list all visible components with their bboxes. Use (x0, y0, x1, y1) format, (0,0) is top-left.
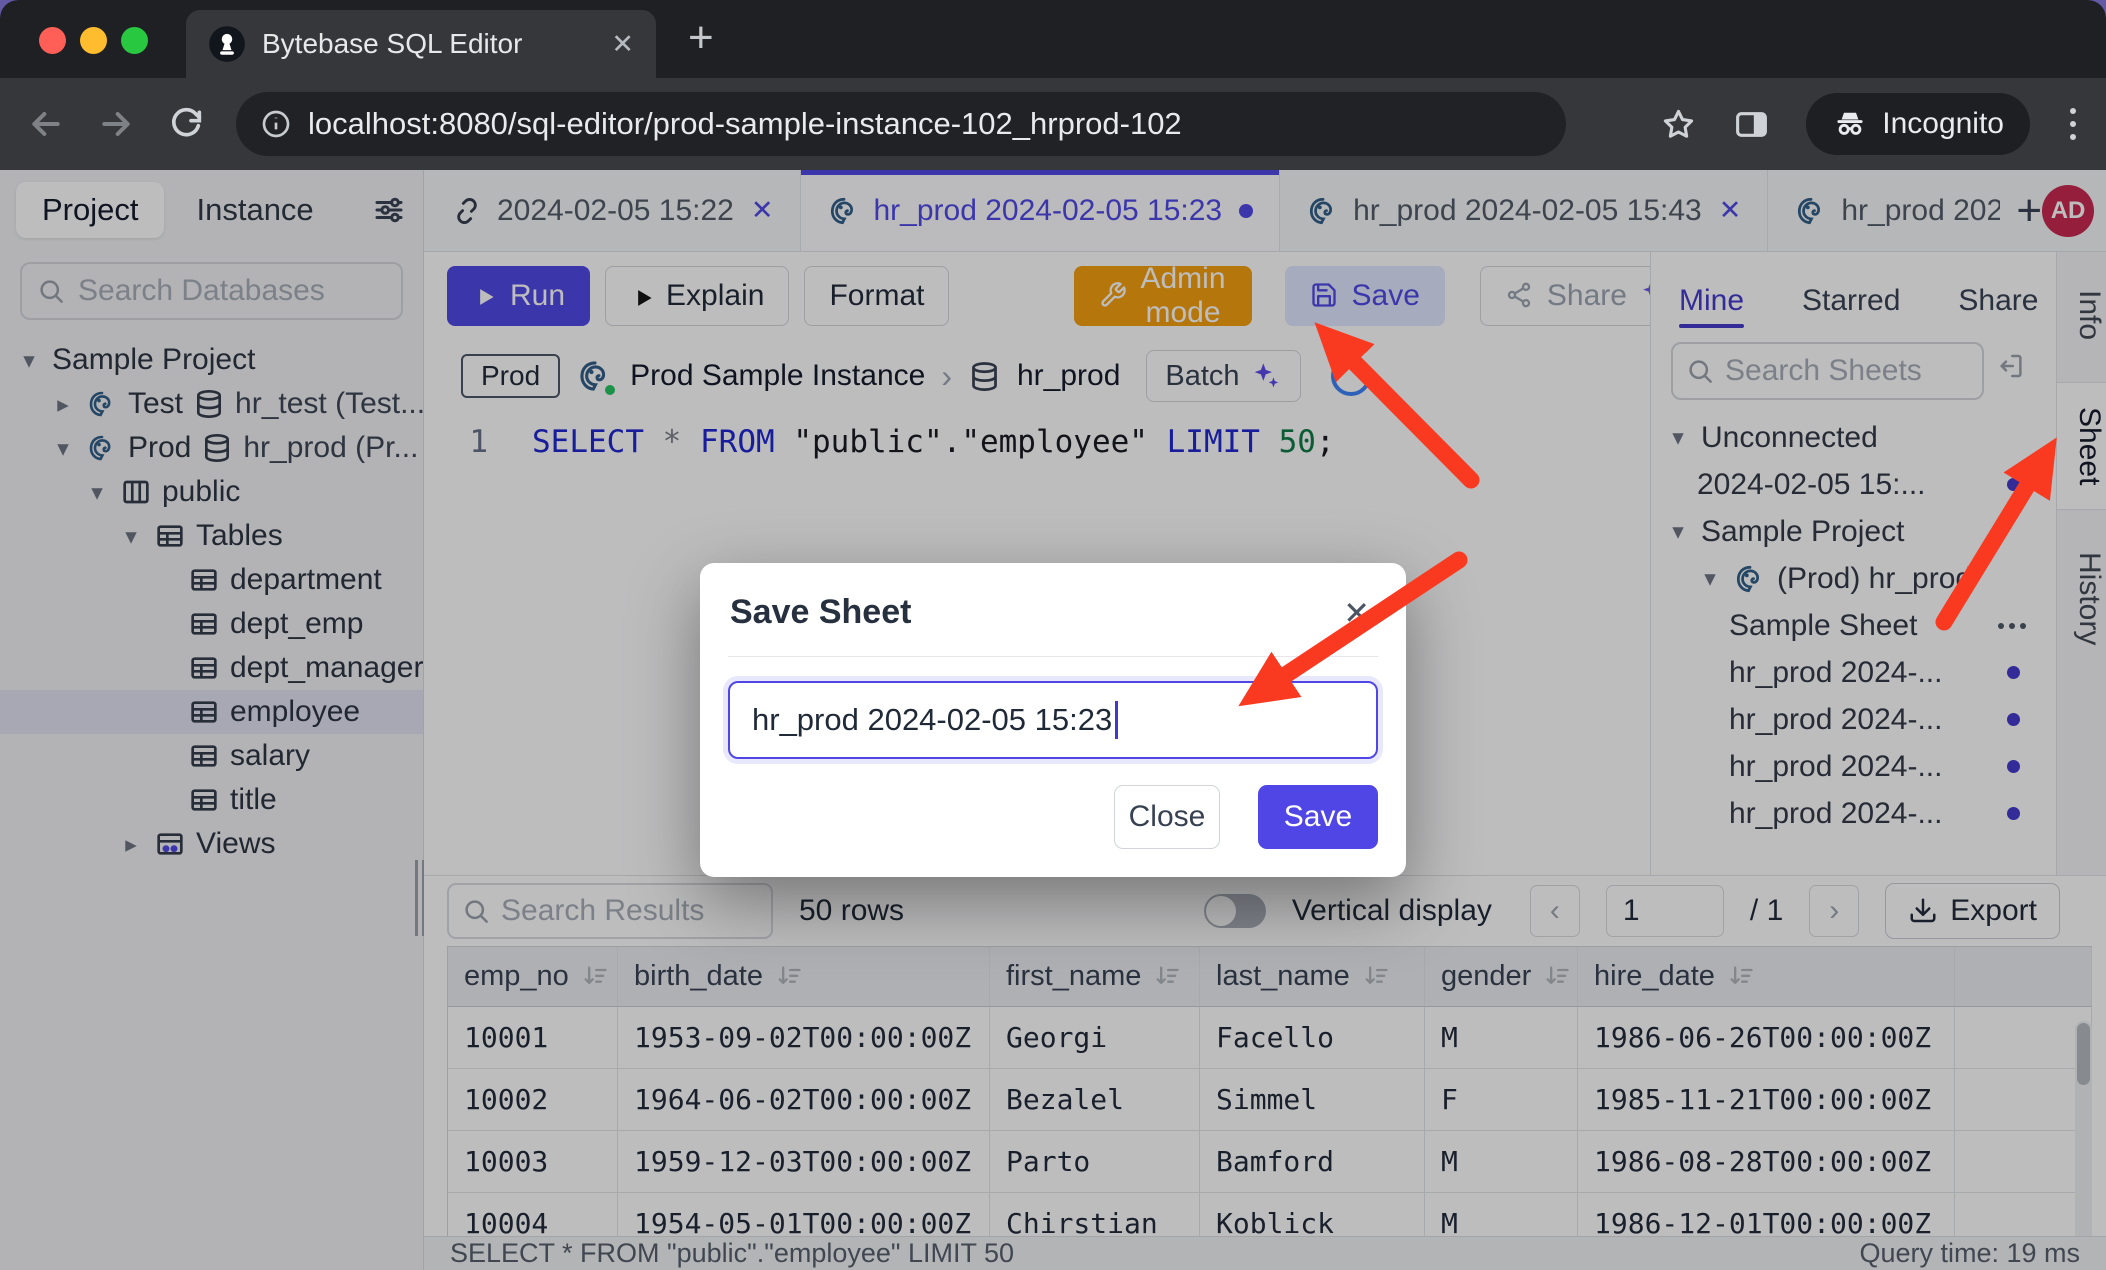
incognito-badge: Incognito (1806, 93, 2030, 155)
browser-tab-title: Bytebase SQL Editor (262, 28, 595, 60)
url-text: localhost:8080/sql-editor/prod-sample-in… (308, 106, 1182, 142)
sheet-name-input[interactable]: hr_prod 2024-02-05 15:23 (728, 681, 1378, 759)
dialog-close-icon[interactable]: ✕ (1337, 594, 1376, 632)
new-tab-button[interactable]: + (688, 14, 714, 62)
minimize-window-button[interactable] (80, 27, 107, 54)
browser-tab-strip: Bytebase SQL Editor ✕ + (0, 0, 2106, 78)
browser-window: Bytebase SQL Editor ✕ + localhost:8080/s… (0, 0, 2106, 1270)
dialog-title: Save Sheet (730, 593, 911, 632)
save-sheet-dialog: Save Sheet ✕ hr_prod 2024-02-05 15:23 Cl… (700, 563, 1406, 877)
side-panel-icon[interactable] (1733, 106, 1770, 143)
reload-icon[interactable] (166, 104, 206, 144)
forward-icon[interactable] (96, 104, 136, 144)
dialog-close-button[interactable]: Close (1114, 785, 1220, 849)
address-bar[interactable]: localhost:8080/sql-editor/prod-sample-in… (236, 92, 1566, 156)
browser-tab[interactable]: Bytebase SQL Editor ✕ (186, 10, 656, 78)
browser-menu-icon[interactable] (2066, 104, 2080, 144)
text-cursor (1115, 701, 1118, 739)
close-window-button[interactable] (39, 27, 66, 54)
incognito-icon (1832, 106, 1868, 142)
browser-tab-close-icon[interactable]: ✕ (611, 29, 634, 60)
maximize-window-button[interactable] (121, 27, 148, 54)
browser-toolbar: localhost:8080/sql-editor/prod-sample-in… (0, 78, 2106, 170)
back-icon[interactable] (26, 104, 66, 144)
incognito-label: Incognito (1882, 107, 2004, 141)
dialog-save-button[interactable]: Save (1258, 785, 1378, 849)
site-info-icon[interactable] (260, 108, 292, 140)
bytebase-favicon (208, 25, 246, 63)
bookmark-star-icon[interactable] (1660, 106, 1697, 143)
